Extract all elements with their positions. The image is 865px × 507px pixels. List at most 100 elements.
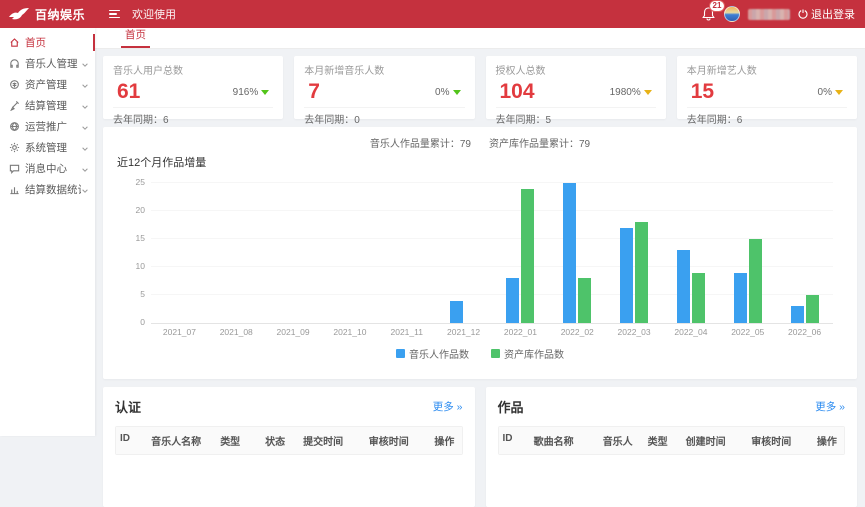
menu-collapse-icon[interactable] [109,10,120,19]
chevron-down-icon [81,165,89,173]
wrench-icon [9,100,20,111]
sidebar-item-settlement-stats[interactable]: 结算数据统计 [0,179,95,200]
trend-down-icon [261,90,269,95]
legend-asset-works[interactable]: 资产库作品数 [491,346,564,361]
notification-bell-icon[interactable]: 21 [702,6,716,22]
bar-音乐人作品数[interactable] [677,250,690,323]
x-axis-tick: 2022_05 [719,327,776,337]
chart-legend: 音乐人作品数 资产库作品数 [117,346,843,361]
y-axis-tick: 10 [125,261,145,271]
sidebar-item-home[interactable]: 首页 [0,32,95,53]
chevron-down-icon [81,123,89,131]
bar-group [606,184,663,323]
gridline [151,182,833,183]
panel-certification: 认证 更多 » ID 音乐人名称 类型 状态 提交时间 审核时间 操作 [103,387,475,507]
chevron-down-icon [81,60,89,68]
x-axis-tick: 2022_02 [549,327,606,337]
bar-group [151,184,208,323]
user-avatar[interactable] [724,6,740,22]
gear-icon [9,142,20,153]
y-axis-tick: 5 [125,289,145,299]
legend-swatch-blue [396,349,405,358]
x-axis-tick: 2022_03 [606,327,663,337]
x-axis-tick: 2021_07 [151,327,208,337]
chevron-down-icon [81,81,89,89]
bar-group [208,184,265,323]
x-axis-tick: 2022_06 [776,327,833,337]
stat-value: 7 [304,80,320,104]
asset-icon [9,79,20,90]
y-axis-tick: 25 [125,177,145,187]
notification-badge: 21 [709,0,725,12]
sidebar-item-settlement-mgmt[interactable]: 结算管理 [0,95,95,116]
legend-musician-works[interactable]: 音乐人作品数 [396,346,469,361]
power-icon [798,9,808,19]
more-link[interactable]: 更多 » [433,399,463,414]
bar-group [549,184,606,323]
sidebar-item-operations[interactable]: 运营推广 [0,116,95,137]
home-icon [9,37,20,48]
tab-home[interactable]: 首页 [121,27,150,48]
logout-button[interactable]: 退出登录 [798,6,855,22]
stat-card-musician-new: 本月新增音乐人数 7 0% 去年同期：0 [294,56,474,119]
bar-资产库作品数[interactable] [635,222,648,323]
bar-资产库作品数[interactable] [578,278,591,323]
x-axis-tick: 2022_01 [492,327,549,337]
bar-音乐人作品数[interactable] [620,228,633,323]
message-icon [9,163,20,174]
sidebar-item-musician-mgmt[interactable]: 音乐人管理 [0,53,95,74]
panel-title: 作品 [498,397,524,416]
y-axis-tick: 0 [125,317,145,327]
bar-资产库作品数[interactable] [692,273,705,323]
bird-logo-icon [8,7,30,21]
sidebar-item-system-mgmt[interactable]: 系统管理 [0,137,95,158]
welcome-text: 欢迎使用 [132,6,176,22]
stat-card-musician-total: 音乐人用户总数 61 916% 去年同期：6 [103,56,283,119]
headset-icon [9,58,20,69]
chart-title: 近12个月作品增量 [117,154,843,170]
app-logo[interactable]: 百纳娱乐 [0,6,95,23]
bar-group [378,184,435,323]
table-header-row: ID 音乐人名称 类型 状态 提交时间 审核时间 操作 [116,427,462,454]
bar-音乐人作品数[interactable] [734,273,747,323]
sidebar-item-asset-mgmt[interactable]: 资产管理 [0,74,95,95]
username-redacted [748,9,790,20]
sidebar-item-message-center[interactable]: 消息中心 [0,158,95,179]
bar-资产库作品数[interactable] [806,295,819,323]
x-axis-tick: 2021_10 [322,327,379,337]
bar-group [663,184,720,323]
bar-音乐人作品数[interactable] [506,278,519,323]
bottom-panels: 认证 更多 » ID 音乐人名称 类型 状态 提交时间 审核时间 操作 [103,387,857,507]
certification-table: ID 音乐人名称 类型 状态 提交时间 审核时间 操作 [115,426,463,455]
x-axis-tick: 2021_09 [265,327,322,337]
bar-音乐人作品数[interactable] [791,306,804,323]
bar-group [719,184,776,323]
bar-group [265,184,322,323]
bar-group [776,184,833,323]
stat-card-artist-new: 本月新增艺人数 15 0% 去年同期：6 [677,56,857,119]
table-header-row: ID 歌曲名称 音乐人 类型 创建时间 审核时间 操作 [499,427,845,454]
globe-icon [9,121,20,132]
y-axis-tick: 20 [125,205,145,215]
sidebar-nav: 首页 音乐人管理 资产管理 结算管理 运营推广 [0,28,95,436]
stat-value: 61 [113,80,140,104]
x-axis-tick: 2022_04 [663,327,720,337]
bar-chart-icon [9,184,20,195]
stat-value: 104 [496,80,535,104]
works-table: ID 歌曲名称 音乐人 类型 创建时间 审核时间 操作 [498,426,846,455]
tab-bar: 首页 [95,28,865,49]
bar-音乐人作品数[interactable] [563,183,576,323]
bar-chart-plot: 05101520252021_072021_082021_092021_1020… [151,184,833,324]
chevron-down-icon [81,186,89,194]
logout-label: 退出登录 [811,6,855,22]
legend-swatch-green [491,349,500,358]
trend-down-icon [644,90,652,95]
bar-音乐人作品数[interactable] [450,301,463,323]
top-header: 百纳娱乐 欢迎使用 21 退出登录 [0,0,865,28]
more-link[interactable]: 更多 » [815,399,845,414]
stat-value: 15 [687,80,714,104]
bar-资产库作品数[interactable] [521,189,534,323]
stat-cards-row: 音乐人用户总数 61 916% 去年同期：6 本月新增音乐人数 7 0% 去年同… [103,56,857,119]
panel-title: 认证 [115,397,141,416]
bar-资产库作品数[interactable] [749,239,762,323]
